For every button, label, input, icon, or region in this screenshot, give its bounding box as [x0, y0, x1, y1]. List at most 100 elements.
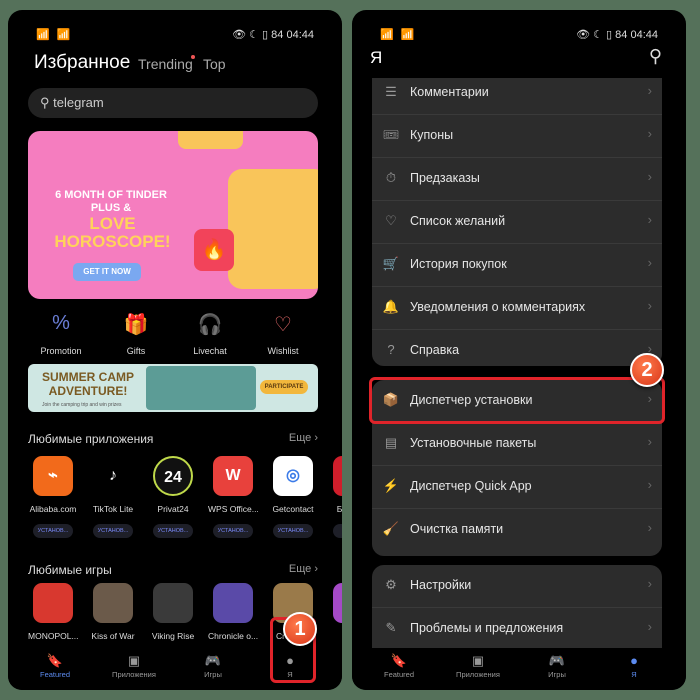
app-icon: ⌁: [33, 456, 73, 496]
install-button[interactable]: УСТАНОВ...: [213, 524, 253, 538]
chevron-right-icon: ›: [647, 477, 652, 492]
search-icon[interactable]: ⚲: [649, 46, 662, 67]
bookmark-heart-icon: ♡: [274, 314, 292, 336]
search-input[interactable]: ⚲ telegram: [28, 88, 318, 118]
nav-featured[interactable]: 🔖 Featured: [20, 652, 90, 679]
game-item[interactable]: [328, 583, 342, 631]
gamepad-icon: 🎮: [204, 653, 222, 668]
highlight-install-manager: [369, 377, 665, 424]
summer-camp-banner[interactable]: SUMMER CAMP ADVENTURE! Join the camping …: [28, 364, 318, 412]
nav-games[interactable]: 🎮 Игры: [522, 652, 592, 679]
menu-item-quick-app-manager[interactable]: ⚡ Диспетчер Quick App ›: [372, 466, 662, 509]
nav-apps[interactable]: ▣ Приложения: [99, 652, 169, 679]
tab-top[interactable]: Top: [203, 56, 226, 72]
heart-icon: ♡: [385, 213, 397, 228]
app-item[interactable]: OБраузерУСТАН: [328, 456, 342, 538]
step-badge-2: 2: [630, 353, 664, 387]
game-item[interactable]: MONOPOL...: [28, 583, 78, 641]
menu-item-feedback[interactable]: ✎ Проблемы и предложения ›: [372, 608, 662, 651]
install-button[interactable]: УСТАНОВ...: [153, 524, 193, 538]
nav-me[interactable]: ● Я: [599, 652, 669, 679]
menu-item-preorders[interactable]: ⏱ Предзаказы ›: [372, 158, 662, 201]
chevron-right-icon: ›: [647, 126, 652, 141]
livechat-button[interactable]: 🎧 Livechat: [175, 312, 245, 356]
nav-apps[interactable]: ▣ Приложения: [443, 652, 513, 679]
clock-icon: ⏱: [385, 170, 397, 185]
game-item[interactable]: Chronicle o...: [208, 583, 258, 641]
menu-item-coupons[interactable]: 🎟 Купоны ›: [372, 115, 662, 158]
game-icon: [93, 583, 133, 623]
bottom-nav: 🔖 Featured ▣ Приложения 🎮 Игры ● Я: [352, 648, 686, 690]
apps-bag-icon: ▣: [127, 653, 141, 668]
featured-icon: 🔖: [46, 653, 64, 668]
profile-icon: ●: [630, 653, 638, 668]
install-button[interactable]: УСТАНОВ...: [33, 524, 73, 538]
chevron-right-icon: ›: [647, 255, 652, 270]
cart-icon: 🛒: [382, 256, 400, 271]
game-item[interactable]: Kiss of War: [88, 583, 138, 641]
help-icon: ?: [387, 342, 395, 357]
app-item[interactable]: ♪ TikTok Lite УСТАНОВ...: [88, 456, 138, 538]
wishlist-button[interactable]: ♡ Wishlist: [248, 312, 318, 356]
app-icon: W: [213, 456, 253, 496]
game-icon: [153, 583, 193, 623]
menu-item-purchase-history[interactable]: 🛒 История покупок ›: [372, 244, 662, 287]
menu-item-wishlist[interactable]: ♡ Список желаний ›: [372, 201, 662, 244]
get-it-now-button[interactable]: GET IT NOW: [73, 263, 141, 281]
chevron-right-icon: ›: [647, 212, 652, 227]
app-icon: ♪: [93, 456, 133, 496]
tab-trending[interactable]: Trending: [138, 56, 193, 72]
status-icons: 👁 ☾ ▯ 84: [232, 29, 284, 41]
gifts-button[interactable]: 🎁 Gifts: [101, 312, 171, 356]
app-icon: 24: [153, 456, 193, 496]
tinder-logo-icon: 🔥: [194, 229, 234, 271]
favorite-apps-heading: Любимые приложения: [28, 432, 154, 446]
promotion-button[interactable]: % Promotion: [26, 312, 96, 356]
chevron-right-icon: ›: [647, 619, 652, 634]
status-bar: 📶 📶 👁 ☾ ▯ 84 04:44: [8, 28, 342, 44]
chevron-right-icon: ›: [647, 520, 652, 535]
more-apps-link[interactable]: Еще ›: [289, 432, 318, 444]
headset-icon: 🎧: [197, 314, 223, 336]
featured-icon: 🔖: [390, 653, 408, 668]
promo-banner[interactable]: 6 MONTH OF TINDER PLUS & LOVE HOROSCOPE!…: [28, 131, 318, 299]
notification-dot: [191, 55, 195, 59]
nav-featured[interactable]: 🔖 Featured: [364, 652, 434, 679]
install-button[interactable]: УСТАНОВ...: [273, 524, 313, 538]
bell-icon: 🔔: [382, 299, 400, 314]
menu-group-account: ☰ Комментарии › 🎟 Купоны › ⏱ Предзаказы › ♡ Список…: [372, 62, 662, 366]
game-icon: [33, 583, 73, 623]
install-button[interactable]: УСТАН: [333, 524, 342, 538]
menu-item-comments[interactable]: ☰ Комментарии ›: [372, 72, 662, 115]
chevron-right-icon: ›: [647, 169, 652, 184]
menu-item-memory-cleanup[interactable]: 🧹 Очистка памяти ›: [372, 509, 662, 552]
comment-icon: ☰: [385, 84, 397, 99]
app-item[interactable]: 24 Privat24 УСТАНОВ...: [148, 456, 198, 538]
participate-button[interactable]: PARTICIPATE: [260, 380, 308, 394]
phone-screen-me: 📶 📶 👁 ☾ ▯ 84 04:44 ☰ Комментарии › 🎟 Купоны ›…: [352, 10, 686, 690]
menu-item-comment-notifications[interactable]: 🔔 Уведомления о комментариях ›: [372, 287, 662, 330]
gamepad-icon: 🎮: [548, 653, 566, 668]
more-games-link[interactable]: Еще ›: [289, 563, 318, 575]
app-icon: ◎: [273, 456, 313, 496]
game-icon: [213, 583, 253, 623]
nav-games[interactable]: 🎮 Игры: [178, 652, 248, 679]
broom-icon: 🧹: [382, 521, 400, 536]
app-item[interactable]: W WPS Office... УСТАНОВ...: [208, 456, 258, 538]
menu-item-settings[interactable]: ⚙ Настройки ›: [372, 565, 662, 608]
menu-item-install-packages[interactable]: ▤ Установочные пакеты ›: [372, 423, 662, 466]
camp-illustration: [146, 366, 256, 410]
install-button[interactable]: УСТАНОВ...: [93, 524, 133, 538]
package-icon: ▤: [384, 435, 398, 450]
chevron-right-icon: ›: [647, 83, 652, 98]
signal-icons: 📶 📶: [36, 29, 73, 41]
app-item[interactable]: ◎ Getcontact УСТАНОВ...: [268, 456, 318, 538]
menu-item-help[interactable]: ? Справка ›: [372, 330, 662, 373]
page-title: Я: [370, 48, 383, 67]
step-badge-1: 1: [283, 612, 317, 646]
app-item[interactable]: ⌁ Alibaba.com УСТАНОВ...: [28, 456, 78, 538]
chevron-right-icon: ›: [647, 434, 652, 449]
gear-icon: ⚙: [385, 577, 397, 592]
app-icon: O: [333, 456, 342, 496]
game-item[interactable]: Viking Rise: [148, 583, 198, 641]
